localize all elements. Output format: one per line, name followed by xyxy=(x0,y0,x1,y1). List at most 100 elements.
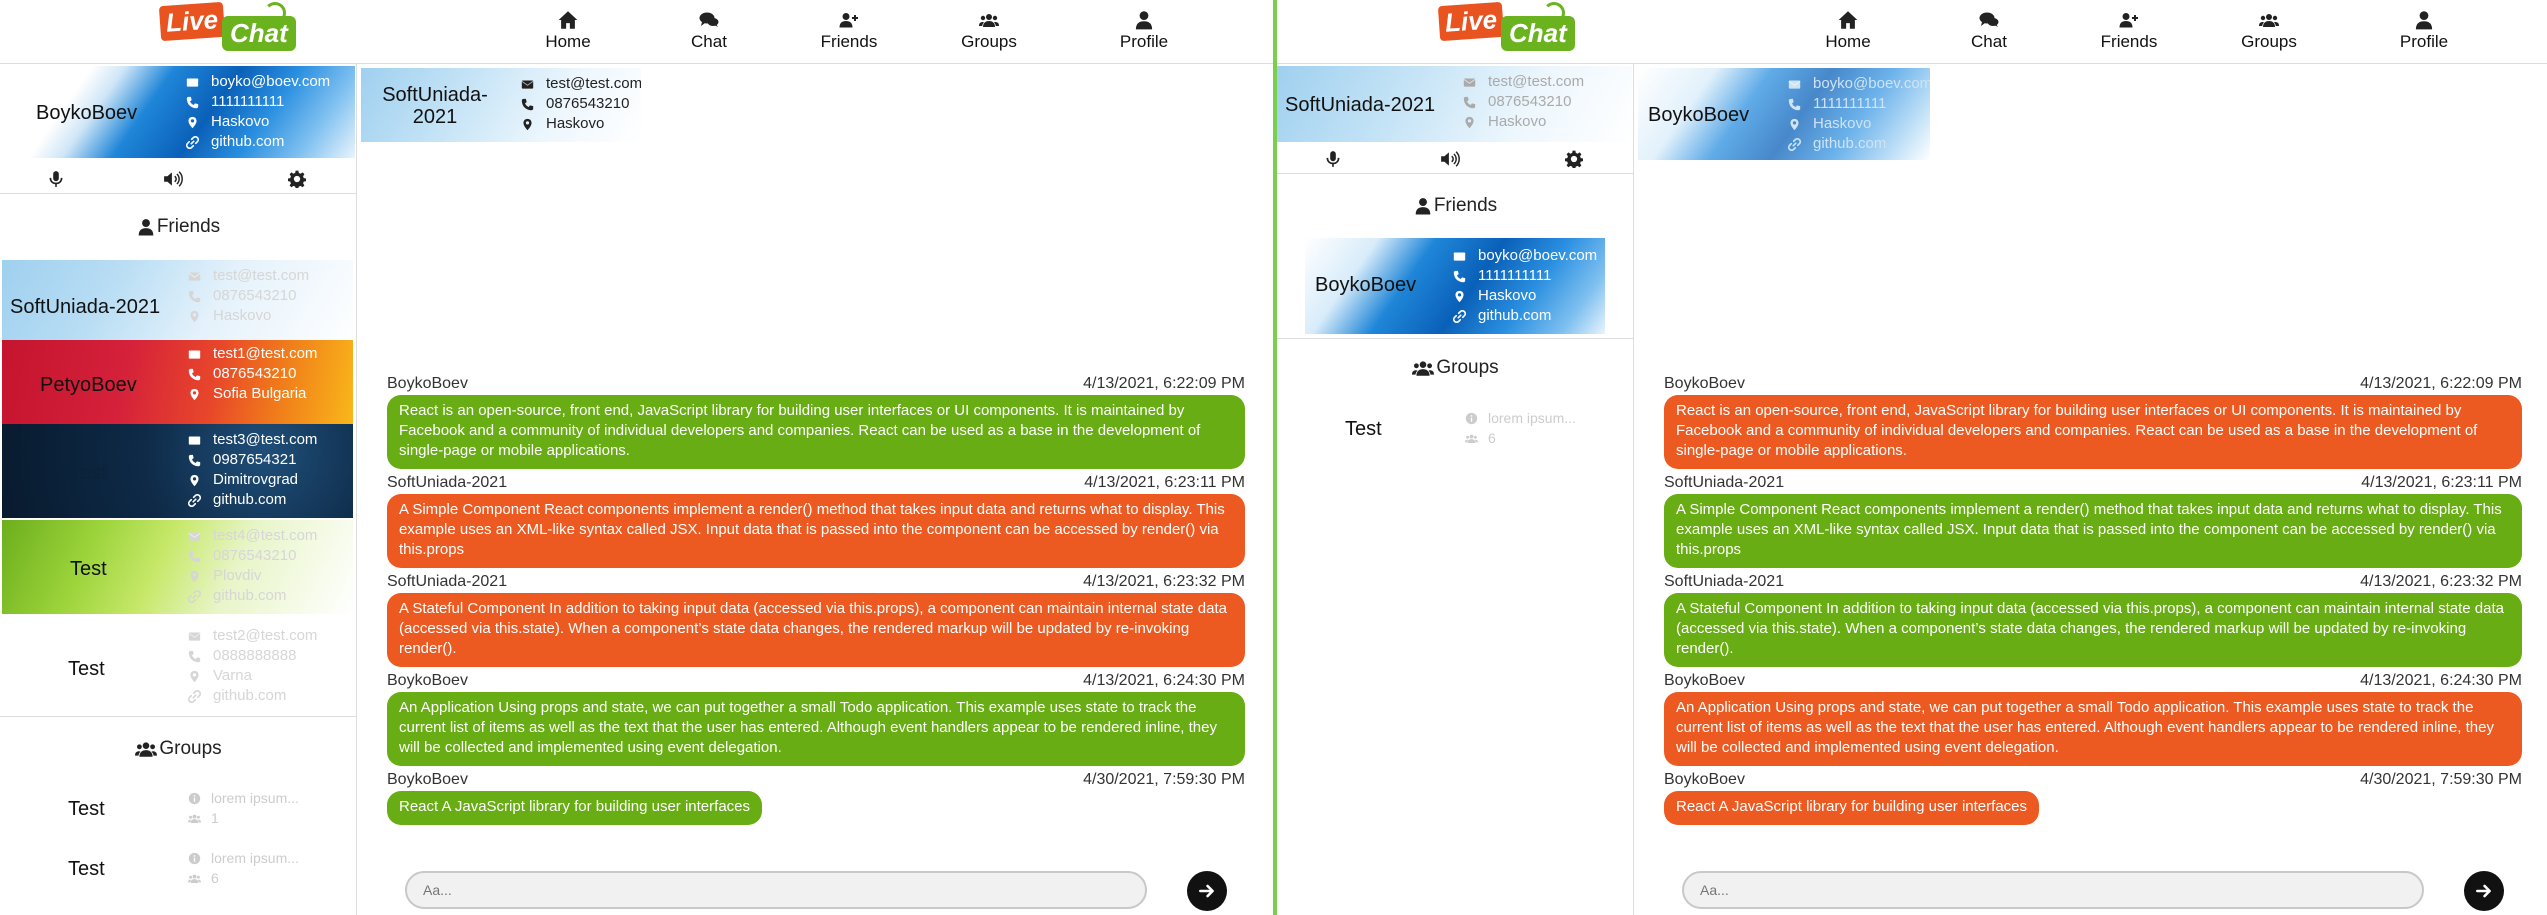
group-item[interactable]: Test lorem ipsum... 1 xyxy=(0,780,357,840)
users-icon xyxy=(188,872,201,885)
friend-link: github.com xyxy=(213,687,287,704)
gear-icon[interactable] xyxy=(287,170,307,188)
message-input[interactable] xyxy=(1682,871,2424,909)
send-button[interactable] xyxy=(1187,871,1227,911)
nav-groups[interactable]: Groups xyxy=(929,6,1049,52)
users-icon xyxy=(1465,432,1478,445)
nav-chat[interactable]: Chat xyxy=(1929,6,2049,52)
nav-profile[interactable]: Profile xyxy=(2364,6,2484,52)
livechat-logo[interactable]: Live Chat xyxy=(158,1,296,58)
message-input[interactable] xyxy=(405,871,1147,909)
livechat-logo[interactable]: Live Chat xyxy=(1437,1,1575,58)
group-name: Test xyxy=(68,798,105,820)
nav-groups-label: Groups xyxy=(2241,32,2297,51)
message: BoykoBoev 4/30/2021, 7:59:30 PM React A J… xyxy=(1664,770,2522,829)
group-name: Test xyxy=(68,858,105,880)
message-time: 4/13/2021, 6:23:32 PM xyxy=(2360,573,2522,590)
message: SoftUniada-2021 4/13/2021, 6:23:32 PM A S… xyxy=(1664,572,2522,667)
friend-card-test-plovdiv[interactable]: Test test4@test.com 0876543210 Plovdiv g… xyxy=(2,520,353,614)
friend-name: Test xyxy=(70,558,107,580)
current-user-city: Haskovo xyxy=(1488,113,1547,130)
signal-icon xyxy=(1543,2,1565,24)
arrow-right-icon xyxy=(2475,882,2493,900)
current-user-phone: 1111111111 xyxy=(211,93,285,110)
friend-card-test-varna[interactable]: Test test2@test.com 0888888888 Varna git… xyxy=(2,620,353,714)
chat-partner-card[interactable]: SoftUniada-2021 test@test.com 0876543210… xyxy=(361,68,641,142)
info-icon xyxy=(1465,412,1478,425)
media-controls xyxy=(1277,144,1634,174)
friends-title: Friends xyxy=(156,216,221,237)
message-sender: BoykoBoev xyxy=(387,375,468,392)
nav-groups-label: Groups xyxy=(961,32,1017,51)
friend-phone: 0876543210 xyxy=(213,547,297,564)
friend-name: PetyoBoev xyxy=(40,374,137,396)
friend-card-test-dimitrovgrad[interactable]: Test test3@test.com 0987654321 Dimitrovg… xyxy=(2,424,353,518)
message-list: BoykoBoev 4/13/2021, 6:22:09 PM React is … xyxy=(1664,374,2522,829)
location-icon xyxy=(1463,116,1476,129)
nav-chat-label: Chat xyxy=(1971,32,2007,51)
speaker-icon[interactable] xyxy=(1440,150,1460,168)
link-icon xyxy=(188,590,201,603)
current-user-card[interactable]: BoykoBoev boyko@boev.com 1111111111 Hask… xyxy=(0,66,355,158)
nav-friends[interactable]: Friends xyxy=(789,6,909,52)
group-item[interactable]: Test lorem ipsum... 6 xyxy=(0,840,357,900)
nav-home[interactable]: Home xyxy=(1788,6,1908,52)
logo-chat-text: Chat xyxy=(222,16,296,51)
friend-phone: 0876543210 xyxy=(213,287,297,304)
group-name: Test xyxy=(1345,418,1382,440)
chat-partner-name: SoftUniada-2021 xyxy=(382,84,488,128)
users-icon xyxy=(1412,359,1434,377)
friend-city: Sofia Bulgaria xyxy=(213,385,307,402)
location-icon xyxy=(1453,290,1466,303)
chat-partner-link: github.com xyxy=(1813,135,1887,152)
top-navbar: Live Chat Home Chat Friends Groups Profi… xyxy=(0,0,1275,64)
message-time: 4/13/2021, 6:23:11 PM xyxy=(2361,474,2522,491)
microphone-icon[interactable] xyxy=(46,170,66,188)
chat-partner-card[interactable]: BoykoBoev boyko@boev.com 1111111111 Hask… xyxy=(1638,68,1930,160)
message-time: 4/30/2021, 7:59:30 PM xyxy=(1083,771,1245,788)
nav-chat[interactable]: Chat xyxy=(649,6,769,52)
current-user-email: test@test.com xyxy=(1488,73,1585,90)
location-icon xyxy=(188,388,201,401)
friend-email: test3@test.com xyxy=(213,431,318,448)
users-icon xyxy=(135,740,157,758)
group-member-count: 6 xyxy=(1488,430,1496,446)
message-bubble: React is an open-source, front end, Java… xyxy=(387,395,1245,469)
location-icon xyxy=(186,116,199,129)
message-time: 4/30/2021, 7:59:30 PM xyxy=(2360,771,2522,788)
group-item[interactable]: Test lorem ipsum... 6 xyxy=(1277,400,1634,460)
friend-card-petyoboev[interactable]: PetyoBoev test1@test.com 0876543210 Sofi… xyxy=(2,340,353,430)
nav-friends[interactable]: Friends xyxy=(2069,6,2189,52)
speaker-icon[interactable] xyxy=(163,170,183,188)
message: BoykoBoev 4/30/2021, 7:59:30 PM React A J… xyxy=(387,770,1245,829)
microphone-icon[interactable] xyxy=(1323,150,1343,168)
user-icon xyxy=(1134,10,1154,30)
friend-email: test4@test.com xyxy=(213,527,318,544)
friend-card-boykoboev[interactable]: BoykoBoev boyko@boev.com 1111111111 Hask… xyxy=(1305,238,1605,334)
friend-link: github.com xyxy=(213,587,287,604)
current-user-name: BoykoBoev xyxy=(36,102,138,124)
message-sender: SoftUniada-2021 xyxy=(387,474,508,491)
phone-icon xyxy=(521,98,534,111)
top-navbar: Live Chat Home Chat Friends Groups Profi… xyxy=(1277,0,2547,64)
phone-icon xyxy=(188,650,201,663)
message: SoftUniada-2021 4/13/2021, 6:23:32 PM A S… xyxy=(387,572,1245,667)
message-bubble: React A JavaScript library for building … xyxy=(387,791,762,825)
nav-home[interactable]: Home xyxy=(508,6,628,52)
mail-icon xyxy=(188,630,201,643)
gear-icon[interactable] xyxy=(1564,150,1584,168)
location-icon xyxy=(1788,118,1801,131)
arrow-right-icon xyxy=(1198,882,1216,900)
message: BoykoBoev 4/13/2021, 6:22:09 PM React is … xyxy=(1664,374,2522,469)
divider xyxy=(0,716,357,717)
message: SoftUniada-2021 4/13/2021, 6:23:11 PM A S… xyxy=(1664,473,2522,568)
current-user-card[interactable]: SoftUniada-2021 test@test.com 0876543210… xyxy=(1277,66,1632,142)
nav-friends-label: Friends xyxy=(2100,32,2158,51)
location-icon xyxy=(188,474,201,487)
nav-groups[interactable]: Groups xyxy=(2209,6,2329,52)
message-bubble: A Stateful Component In addition to taki… xyxy=(1664,593,2522,667)
logo-live-text: Live xyxy=(158,1,226,42)
chat-partner-phone: 1111111111 xyxy=(1813,95,1887,112)
send-button[interactable] xyxy=(2464,871,2504,911)
nav-profile[interactable]: Profile xyxy=(1084,6,1204,52)
